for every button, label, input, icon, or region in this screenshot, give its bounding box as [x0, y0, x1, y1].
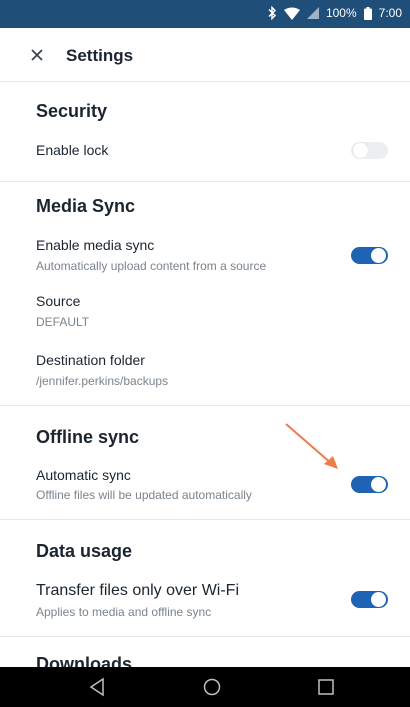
- wifi-only-label[interactable]: Transfer files only over Wi-Fi: [36, 582, 239, 600]
- source-value: DEFAULT: [36, 315, 90, 329]
- back-icon[interactable]: [88, 677, 106, 697]
- divider: [0, 181, 410, 182]
- destination-folder-value: /jennifer.perkins/backups: [36, 374, 169, 388]
- close-icon[interactable]: [26, 44, 48, 66]
- divider: [0, 519, 410, 520]
- home-icon[interactable]: [202, 677, 222, 697]
- signal-icon: [306, 7, 319, 19]
- app-bar: Settings: [0, 28, 410, 82]
- automatic-sync-toggle[interactable]: [351, 476, 388, 493]
- enable-media-sync-label[interactable]: Enable media sync: [36, 237, 154, 253]
- section-title-offline-sync: Offline sync: [36, 427, 140, 447]
- source-label[interactable]: Source: [36, 293, 80, 309]
- enable-media-sync-toggle[interactable]: [351, 247, 388, 264]
- divider: [0, 636, 410, 637]
- section-title-data-usage: Data usage: [36, 541, 133, 561]
- recents-icon[interactable]: [317, 677, 335, 697]
- section-title-security: Security: [36, 101, 108, 121]
- section-title-media-sync: Media Sync: [36, 196, 136, 216]
- enable-lock-label[interactable]: Enable lock: [36, 142, 108, 158]
- enable-media-sync-subtitle: Automatically upload content from a sour…: [36, 259, 267, 273]
- wifi-only-toggle[interactable]: [351, 591, 388, 608]
- wifi-only-subtitle: Applies to media and offline sync: [36, 605, 212, 619]
- arrow-icon: [285, 423, 338, 469]
- automatic-sync-subtitle: Offline files will be updated automatica…: [36, 488, 252, 502]
- battery-icon: [363, 6, 372, 20]
- wifi-icon: [283, 7, 300, 20]
- enable-lock-toggle[interactable]: [351, 142, 388, 159]
- divider: [0, 405, 410, 406]
- clock: 7:00: [378, 6, 402, 20]
- destination-folder-label[interactable]: Destination folder: [36, 352, 145, 368]
- automatic-sync-label[interactable]: Automatic sync: [36, 467, 131, 483]
- page-title: Settings: [66, 46, 134, 65]
- bluetooth-icon: [268, 6, 276, 20]
- status-bar: 100% 7:00: [0, 0, 410, 28]
- status-icons: 100% 7:00: [267, 6, 402, 20]
- navigation-bar: [0, 667, 410, 707]
- battery-percentage: 100%: [325, 6, 357, 20]
